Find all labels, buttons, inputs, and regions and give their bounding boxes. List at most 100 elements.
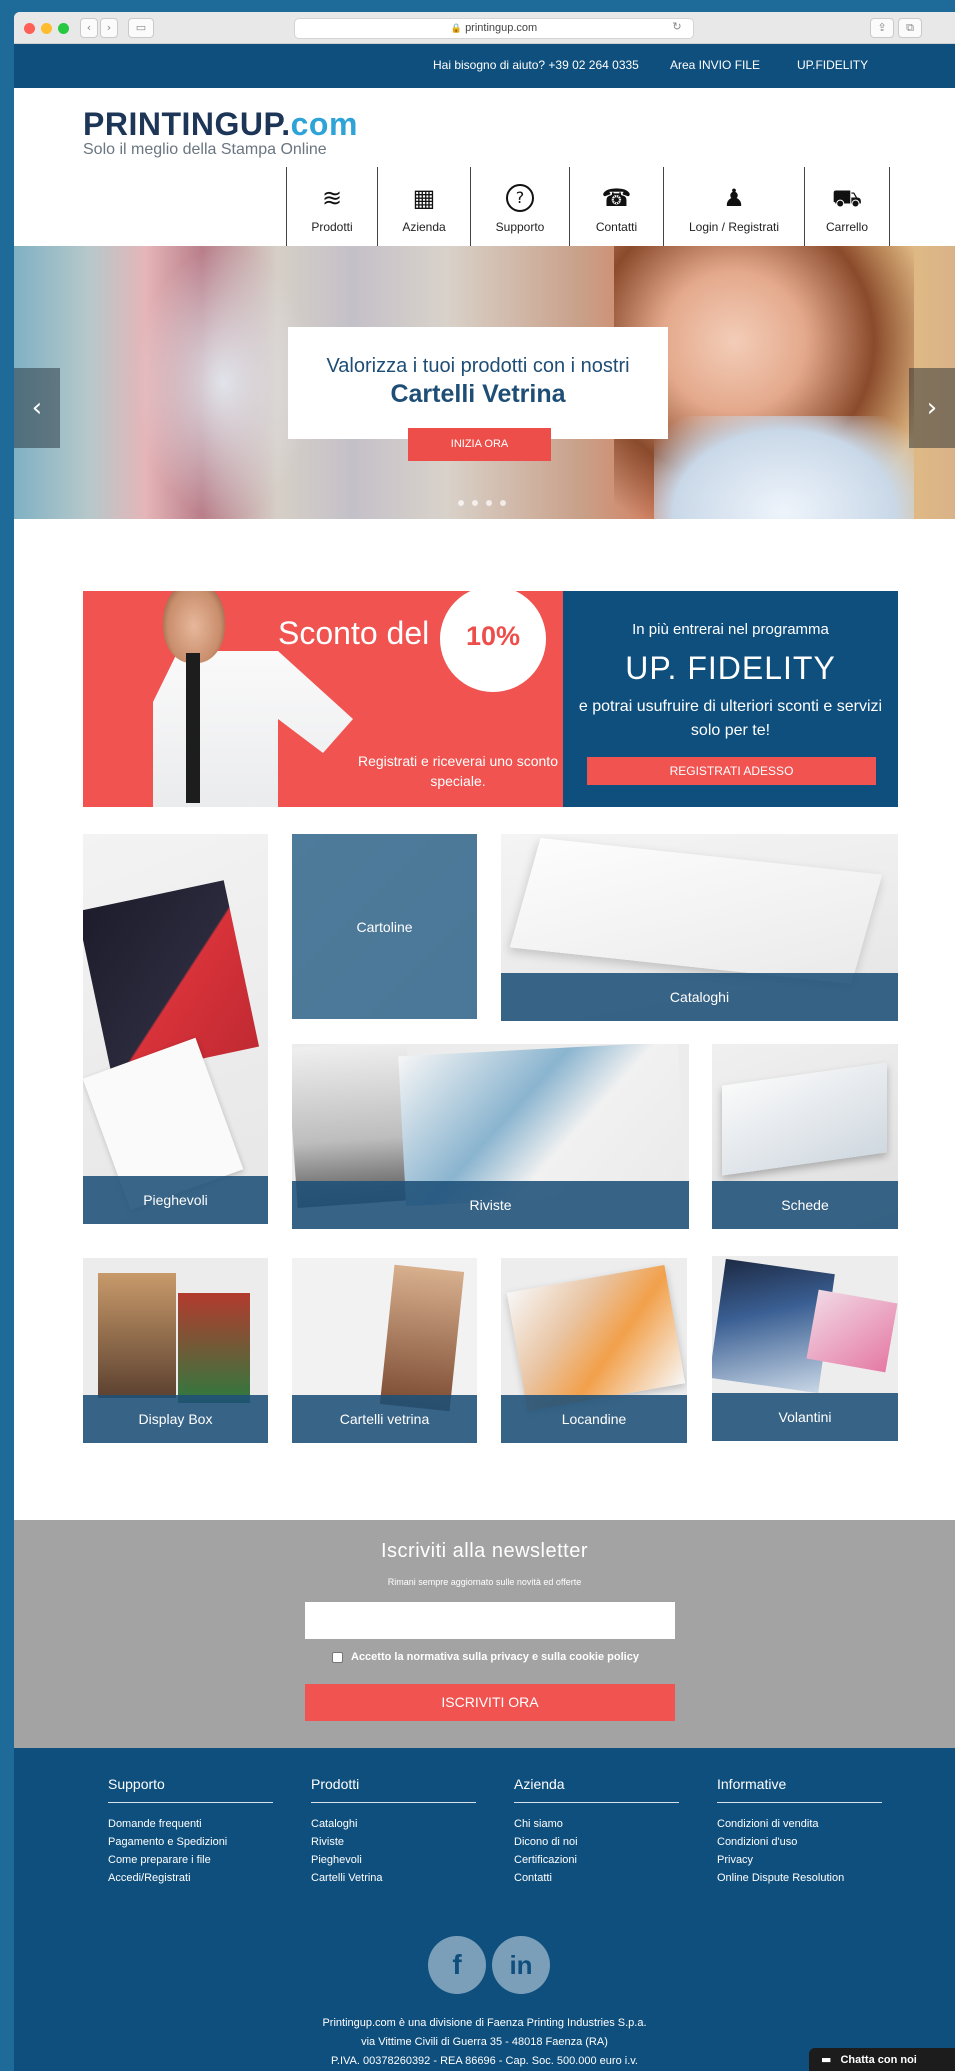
- footer-link[interactable]: Condizioni di vendita: [717, 1815, 882, 1833]
- footer-link[interactable]: Cartelli Vetrina: [311, 1869, 476, 1887]
- share-icon[interactable]: ⇪: [870, 18, 894, 38]
- url-text: printingup.com: [465, 22, 538, 34]
- promo-banner: Sconto del 10% Registrati e riceverai un…: [83, 591, 898, 807]
- hero-cta-button[interactable]: INIZIA ORA: [408, 428, 551, 461]
- newsletter-section: Iscriviti alla newsletter Rimani sempre …: [14, 1520, 955, 1748]
- site-header: PRINTINGUP.com Solo il meglio della Stam…: [14, 88, 955, 246]
- newsletter-submit-button[interactable]: ISCRIVITI ORA: [305, 1684, 675, 1721]
- chat-label: Chatta con noi: [840, 2054, 917, 2066]
- lock-icon: 🔒: [450, 24, 462, 34]
- product-tile-cartoline[interactable]: Cartoline: [292, 834, 477, 1019]
- discount-panel: Sconto del 10% Registrati e riceverai un…: [83, 591, 563, 807]
- chat-bubble-icon: ▬: [821, 2053, 832, 2066]
- footer-link[interactable]: Privacy: [717, 1851, 882, 1869]
- nav-item-supporto[interactable]: ? Supporto: [470, 167, 569, 246]
- window-zoom-button[interactable]: [58, 23, 69, 34]
- product-label: Schede: [712, 1181, 898, 1229]
- phone-icon: ☎: [601, 184, 632, 212]
- facebook-icon[interactable]: f: [428, 1936, 486, 1994]
- browser-window: ‹ › ▭ 🔒 printingup.com ↻ ⇪ ⧉ Hai bisogno…: [14, 12, 955, 2071]
- address-bar[interactable]: 🔒 printingup.com: [294, 18, 694, 39]
- promo-model-image: [153, 651, 353, 807]
- slider-dot[interactable]: [472, 500, 478, 506]
- footer-link[interactable]: Accedi/Registrati: [108, 1869, 273, 1887]
- product-tile-schede[interactable]: Schede: [712, 1044, 898, 1229]
- nav-item-prodotti[interactable]: ≋ Prodotti: [286, 167, 377, 246]
- chat-widget-button[interactable]: ▬ Chatta con noi: [809, 2048, 955, 2071]
- utility-bar: Hai bisogno di aiuto? +39 02 264 0335 Ar…: [14, 44, 955, 88]
- hero-caption-box: Valorizza i tuoi prodotti con i nostri C…: [288, 327, 668, 439]
- nav-item-carrello[interactable]: ⛟ Carrello: [804, 167, 890, 246]
- privacy-checkbox[interactable]: [332, 1651, 343, 1663]
- footer-link[interactable]: Online Dispute Resolution: [717, 1869, 882, 1887]
- newsletter-email-input[interactable]: [305, 1602, 675, 1639]
- cart-icon: ⛟: [831, 184, 863, 212]
- site-tagline: Solo il meglio della Stampa Online: [83, 141, 327, 158]
- slider-next-icon[interactable]: ›: [909, 368, 955, 448]
- footer-column-informative: Informative Condizioni di vendita Condiz…: [717, 1776, 882, 1887]
- nav-item-azienda[interactable]: ▦ Azienda: [377, 167, 470, 246]
- slider-dot[interactable]: [486, 500, 492, 506]
- footer-link[interactable]: Domande frequenti: [108, 1815, 273, 1833]
- product-image: [83, 834, 268, 1224]
- site-logo[interactable]: PRINTINGUP.com: [83, 106, 358, 143]
- building-icon: ▦: [412, 184, 436, 212]
- upload-area-link[interactable]: Area INVIO FILE: [670, 58, 760, 72]
- product-label: Locandine: [501, 1395, 687, 1443]
- footer-link[interactable]: Dicono di noi: [514, 1833, 679, 1851]
- nav-item-contatti[interactable]: ☎ Contatti: [569, 167, 663, 246]
- footer-link[interactable]: Certificazioni: [514, 1851, 679, 1869]
- slider-dot[interactable]: [458, 500, 464, 506]
- slider-pagination: [458, 500, 506, 506]
- sidebar-icon[interactable]: ▭: [128, 18, 154, 38]
- window-close-button[interactable]: [24, 23, 35, 34]
- footer-link[interactable]: Pagamento e Spedizioni: [108, 1833, 273, 1851]
- footer-link[interactable]: Cataloghi: [311, 1815, 476, 1833]
- footer-link[interactable]: Riviste: [311, 1833, 476, 1851]
- discount-subtext: Registrati e riceverai uno sconto specia…: [358, 753, 558, 789]
- footer-link[interactable]: Condizioni d'uso: [717, 1833, 882, 1851]
- product-tile-cartelli-vetrina[interactable]: Cartelli vetrina: [292, 1258, 477, 1443]
- product-tile-cataloghi[interactable]: Cataloghi: [501, 834, 898, 1021]
- privacy-label: Accetto la normativa sulla privacy e sul…: [351, 1651, 639, 1663]
- tabs-icon[interactable]: ⧉: [898, 18, 922, 38]
- footer-link[interactable]: Chi siamo: [514, 1815, 679, 1833]
- product-label: Cartoline: [292, 834, 477, 1019]
- product-tile-display-box[interactable]: Display Box: [83, 1258, 268, 1443]
- product-label: Volantini: [712, 1393, 898, 1441]
- fidelity-intro: In più entrerai nel programma: [632, 621, 829, 638]
- footer-column-azienda: Azienda Chi siamo Dicono di noi Certific…: [514, 1776, 679, 1887]
- slider-dot[interactable]: [500, 500, 506, 506]
- back-icon[interactable]: ‹: [80, 18, 98, 38]
- footer-link[interactable]: Come preparare i file: [108, 1851, 273, 1869]
- footer-link[interactable]: Contatti: [514, 1869, 679, 1887]
- product-tile-volantini[interactable]: Volantini: [712, 1256, 898, 1441]
- footer-link[interactable]: Pieghevoli: [311, 1851, 476, 1869]
- footer-column-supporto: Supporto Domande frequenti Pagamento e S…: [108, 1776, 273, 1887]
- user-icon: ♟: [723, 184, 745, 212]
- reload-icon[interactable]: ↻: [668, 18, 686, 38]
- main-navigation: ≋ Prodotti ▦ Azienda ? Supporto ☎ Contat…: [286, 167, 890, 246]
- hero-background-image: [134, 246, 314, 519]
- help-phone-link[interactable]: Hai bisogno di aiuto? +39 02 264 0335: [433, 58, 639, 72]
- forward-icon[interactable]: ›: [100, 18, 118, 38]
- hero-slider: Valorizza i tuoi prodotti con i nostri C…: [14, 246, 955, 519]
- register-now-button[interactable]: REGISTRATI ADESSO: [587, 757, 876, 785]
- product-tile-pieghevoli[interactable]: Pieghevoli: [83, 834, 268, 1224]
- product-tile-riviste[interactable]: Riviste: [292, 1044, 689, 1229]
- question-icon: ?: [506, 184, 534, 212]
- fidelity-title: UP. FIDELITY: [625, 650, 836, 686]
- footer-column-title: Azienda: [514, 1776, 679, 1803]
- product-label: Display Box: [83, 1395, 268, 1443]
- linkedin-icon[interactable]: in: [492, 1936, 550, 1994]
- nav-item-login[interactable]: ♟ Login / Registrati: [663, 167, 804, 246]
- window-minimize-button[interactable]: [41, 23, 52, 34]
- layers-icon: ≋: [321, 184, 343, 212]
- discount-badge: 10%: [440, 591, 546, 692]
- fidelity-link[interactable]: UP.FIDELITY: [797, 58, 868, 72]
- newsletter-subtitle: Rimani sempre aggiornato sulle novità ed…: [387, 1577, 582, 1587]
- footer-column-prodotti: Prodotti Cataloghi Riviste Pieghevoli Ca…: [311, 1776, 476, 1887]
- product-tile-locandine[interactable]: Locandine: [501, 1258, 687, 1443]
- product-label: Cartelli vetrina: [292, 1395, 477, 1443]
- slider-prev-icon[interactable]: ‹: [14, 368, 60, 448]
